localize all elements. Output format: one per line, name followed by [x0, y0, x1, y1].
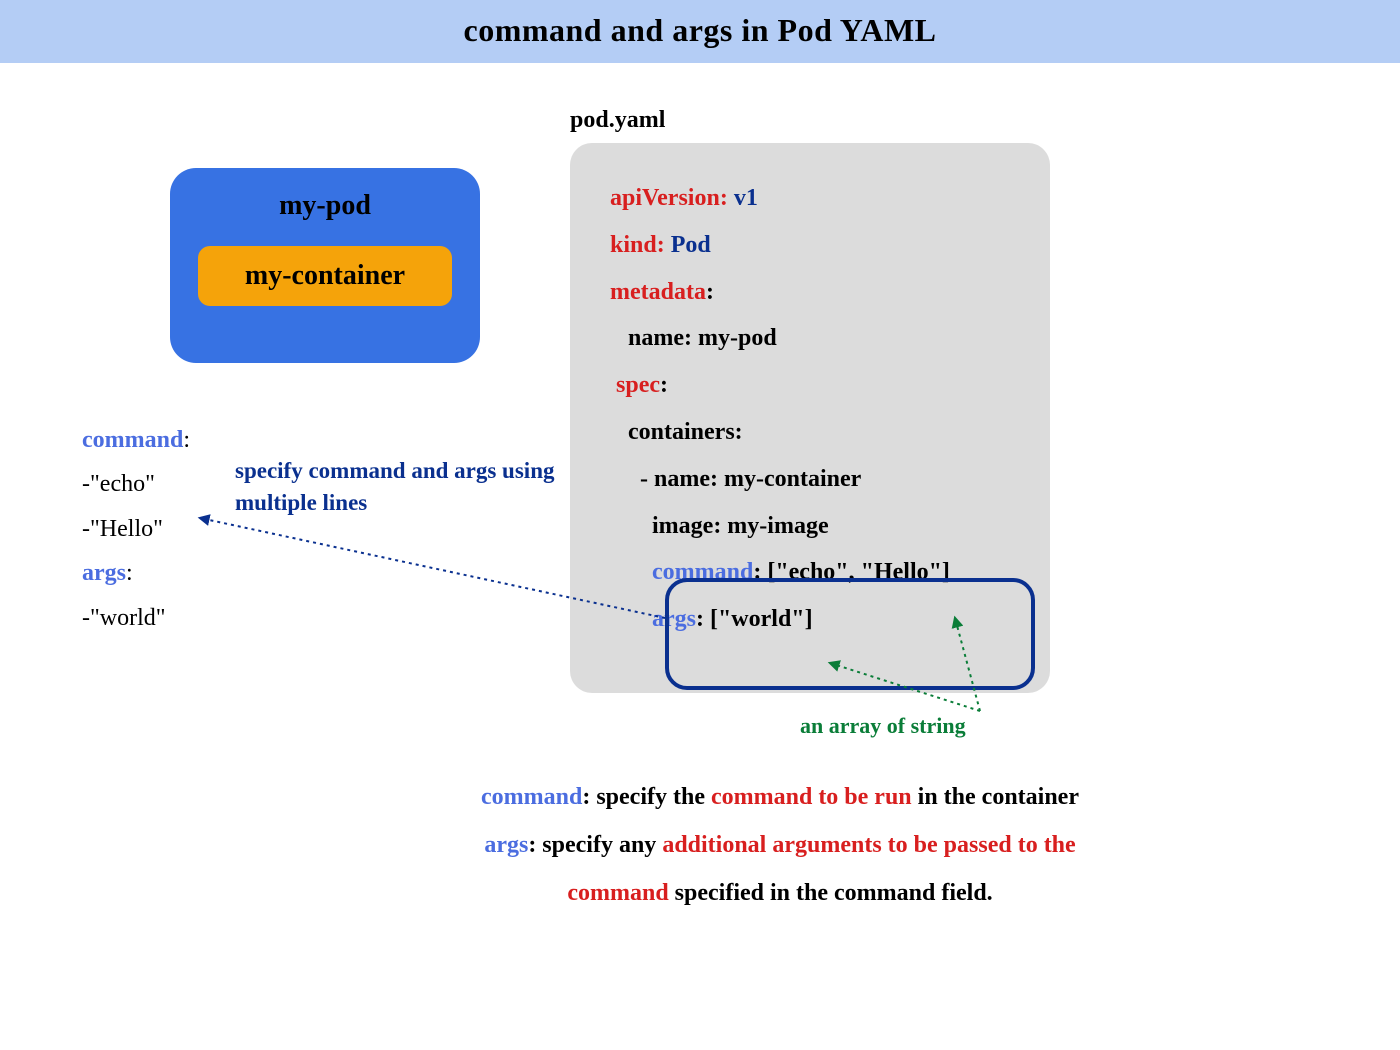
description-block: command: specify the command to be run i… — [370, 773, 1190, 917]
yaml-highlight-box — [665, 578, 1035, 690]
page-header: command and args in Pod YAML — [0, 0, 1400, 63]
yaml-key: apiVersion — [610, 185, 720, 211]
args-item: -"world" — [82, 596, 190, 640]
command-key: command — [82, 427, 183, 453]
yaml-key: spec — [616, 372, 660, 398]
page-title: command and args in Pod YAML — [463, 12, 936, 48]
array-hint: an array of string — [800, 713, 966, 739]
yaml-value: v1 — [734, 185, 758, 211]
container-name-label: my-container — [198, 246, 452, 306]
diagram-canvas: my-pod my-container command: -"echo" -"H… — [0, 63, 1400, 1043]
description-line: args: specify any additional arguments t… — [370, 821, 1190, 869]
pod-illustration: my-pod my-container — [170, 168, 480, 363]
multiline-hint: specify command and args using multiple … — [235, 455, 555, 519]
yaml-filename: pod.yaml — [570, 107, 665, 134]
yaml-line: name: my-pod — [610, 315, 1010, 362]
multiline-example: command: -"echo" -"Hello" args: -"world" — [82, 418, 190, 640]
command-item: -"echo" — [82, 462, 190, 506]
command-item: -"Hello" — [82, 507, 190, 551]
yaml-line: image: my-image — [610, 503, 1010, 550]
pod-name-label: my-pod — [192, 190, 458, 222]
yaml-key: kind — [610, 232, 657, 258]
yaml-line: - name: my-container — [610, 456, 1010, 503]
description-line: command: specify the command to be run i… — [370, 773, 1190, 821]
args-key: args — [82, 560, 126, 586]
description-line: command specified in the command field. — [370, 869, 1190, 917]
yaml-key: metadata — [610, 279, 706, 305]
yaml-value: Pod — [671, 232, 711, 258]
yaml-line: containers: — [610, 409, 1010, 456]
